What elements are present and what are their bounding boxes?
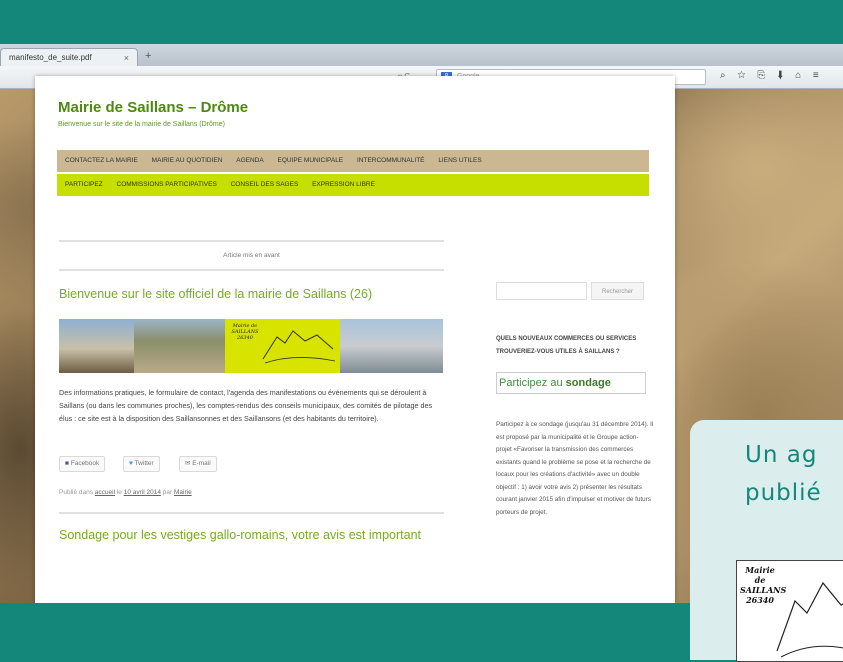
post-title-2[interactable]: Sondage pour les vestiges gallo-romains,… xyxy=(59,528,429,543)
mountain-sketch-icon xyxy=(262,330,336,364)
tab-strip: manifesto_de_suite.pdf × + xyxy=(0,44,843,66)
menu-item-contact[interactable]: CONTACTEZ LA MAIRIE xyxy=(65,157,138,164)
sidebar-search-button[interactable]: Rechercher xyxy=(591,282,644,300)
web-page: Mairie de Saillans – Drôme Bienvenue sur… xyxy=(35,76,675,603)
menu-item-agenda[interactable]: AGENDA xyxy=(236,157,263,164)
meta-le: le xyxy=(116,489,122,496)
browser-tab[interactable]: manifesto_de_suite.pdf × xyxy=(0,48,138,66)
meta-date-link[interactable]: 10 avril 2014 xyxy=(124,489,161,496)
secondary-menu: PARTICIPEZ COMMISSIONS PARTICIPATIVES CO… xyxy=(57,174,649,196)
meta-author-link[interactable]: Mairie xyxy=(174,489,192,496)
menu-item-intercommunalite[interactable]: INTERCOMMUNALITÉ xyxy=(357,157,425,164)
banner-image: Mairie de SAILLANS 26340 xyxy=(59,319,443,373)
divider xyxy=(59,240,444,242)
close-tab-icon[interactable]: × xyxy=(124,49,129,67)
meta-par: par xyxy=(162,489,173,496)
menu-item-expression[interactable]: EXPRESSION LIBRE xyxy=(312,181,375,188)
sondage-prefix: Participez au xyxy=(499,377,563,389)
banner-photo-town xyxy=(340,319,443,373)
overlay-card: Un ag publié Mairie de SAILLANS 26340 xyxy=(690,420,843,662)
post-title[interactable]: Bienvenue sur le site officiel de la mai… xyxy=(59,287,372,301)
mountain-logo-icon xyxy=(776,581,843,658)
divider xyxy=(59,269,444,271)
tab-title: manifesto_de_suite.pdf xyxy=(9,53,92,62)
menu-item-quotidien[interactable]: MAIRIE AU QUOTIDIEN xyxy=(152,157,223,164)
sondage-link[interactable]: Participez au sondage xyxy=(496,372,646,394)
share-twitter-label: Twitter xyxy=(134,460,154,467)
meta-prefix: Publié dans xyxy=(59,489,93,496)
overlay-line-2: publié xyxy=(745,480,822,506)
menu-item-equipe[interactable]: EQUIPE MUNICIPALE xyxy=(278,157,344,164)
site-description: Bienvenue sur le site de la mairie de Sa… xyxy=(58,121,225,128)
sidebar-heading: QUELS NOUVEAUX COMMERCES OU SERVICES TRO… xyxy=(496,336,637,355)
banner-photo-village xyxy=(134,319,225,373)
menu-item-commissions[interactable]: COMMISSIONS PARTICIPATIVES xyxy=(117,181,217,188)
site-title[interactable]: Mairie de Saillans – Drôme xyxy=(58,99,248,116)
menu-item-participez[interactable]: PARTICIPEZ xyxy=(65,181,103,188)
share-email-button[interactable]: ✉ E-mail xyxy=(179,456,217,472)
banner-photo-cliffs xyxy=(59,319,134,373)
post-meta: Publié dans accueil le 10 avril 2014 par… xyxy=(59,489,192,496)
sondage-strong: sondage xyxy=(565,377,611,389)
meta-category-link[interactable]: accueil xyxy=(95,489,115,496)
new-tab-icon[interactable]: + xyxy=(145,49,151,63)
overlay-headline: Un ag publié xyxy=(745,436,822,512)
divider xyxy=(59,512,444,514)
primary-menu: CONTACTEZ LA MAIRIE MAIRIE AU QUOTIDIEN … xyxy=(57,150,649,172)
sidebar-text: Participez à ce sondage (jusqu'au 31 déc… xyxy=(496,421,654,516)
menu-item-liens[interactable]: LIENS UTILES xyxy=(438,157,481,164)
share-facebook-label: Facebook xyxy=(70,460,100,467)
share-twitter-button[interactable]: ♥ Twitter xyxy=(123,456,160,472)
overlay-line-1: Un ag xyxy=(745,442,818,468)
mairie-logo: Mairie de SAILLANS 26340 xyxy=(736,560,843,662)
featured-label: Article mis en avant xyxy=(223,252,280,259)
post-body: Des informations pratiques, le formulair… xyxy=(59,388,433,423)
sidebar-search-input[interactable] xyxy=(496,282,587,300)
menu-item-conseil[interactable]: CONSEIL DES SAGES xyxy=(231,181,299,188)
share-email-label: E-mail xyxy=(192,460,211,467)
top-band xyxy=(0,0,843,44)
banner-logo-panel: Mairie de SAILLANS 26340 xyxy=(225,319,340,373)
share-facebook-button[interactable]: ■ Facebook xyxy=(59,456,106,472)
toolbar-icons[interactable]: ⌕ ☆ ⎘ ⬇ ⌂ ≡ xyxy=(720,70,819,81)
